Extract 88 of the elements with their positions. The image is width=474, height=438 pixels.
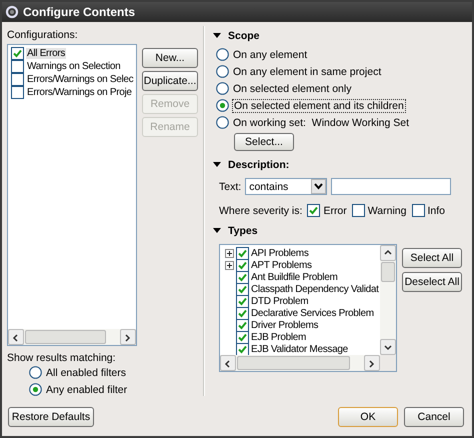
checkbox[interactable] [236, 258, 249, 272]
label: Show results matching: [7, 352, 117, 364]
scroll-arrow-button[interactable] [8, 329, 24, 345]
radio-label: On selected element only [232, 82, 352, 94]
tree-item[interactable]: DTD Problem [251, 296, 308, 306]
caret-icon [314, 183, 324, 190]
radio-label: On any element in same project [232, 66, 382, 78]
button[interactable]: New... [142, 48, 198, 68]
tree-item[interactable]: API Problems [251, 248, 309, 258]
caret-icon [123, 332, 133, 342]
ok-button[interactable]: OK [338, 407, 398, 427]
section-title: Description: [228, 158, 290, 170]
checkbox[interactable] [236, 318, 249, 332]
checkbox-label: Info [428, 204, 446, 216]
radio-button[interactable] [216, 48, 229, 61]
tree-item[interactable]: Ant Buildfile Problem [251, 272, 338, 282]
list-item[interactable]: Errors/Warnings on Selec [26, 74, 134, 85]
scrollbar-corner [380, 355, 396, 371]
radio-button[interactable] [216, 65, 229, 78]
list-label: Configurations: [7, 29, 79, 41]
tree-item[interactable]: APT Problems [251, 260, 312, 270]
gear-icon [5, 5, 19, 19]
list-item[interactable]: All Errors [26, 48, 66, 59]
list-item[interactable]: Errors/Warnings on Proje [26, 87, 133, 98]
checkbox-label: Warning [368, 204, 406, 216]
expand-icon[interactable] [225, 248, 234, 258]
radio-button[interactable] [216, 99, 229, 112]
radio-label: All enabled filters [45, 366, 127, 378]
tree-item[interactable]: EJB Validator Message [251, 344, 348, 354]
scroll-arrow-button[interactable] [120, 329, 136, 345]
dropdown-button[interactable] [311, 179, 326, 194]
scrollbar-thumb[interactable] [237, 356, 350, 370]
configurations-list[interactable]: All Errors Warnings on Selection Errors/Warnings on Selec Errors/Warnings on Proje [7, 44, 137, 346]
radio-label: Any enabled filter [45, 384, 128, 396]
button[interactable]: Deselect All [402, 272, 462, 292]
scroll-arrow-button[interactable] [220, 355, 236, 371]
checkbox[interactable] [236, 330, 249, 344]
checkbox[interactable] [236, 282, 249, 296]
types-tree[interactable]: API Problems APT Problems Ant Buildfile Problem Classpath Dependency Validat DTD Problem Declarative Services Problem Driver Problems EJB Problem EJB Validator Message [219, 244, 397, 372]
horizontal-scrollbar[interactable] [8, 329, 136, 345]
checkbox[interactable] [412, 204, 424, 217]
label: Where severity is: [219, 204, 302, 216]
scroll-arrow-button[interactable] [380, 245, 396, 261]
vertical-scrollbar[interactable] [380, 245, 396, 355]
tree-item[interactable]: Classpath Dependency Validat [251, 284, 379, 294]
scrollbar-thumb[interactable] [381, 262, 395, 282]
radio-button[interactable] [216, 82, 229, 95]
text-field[interactable] [331, 178, 452, 195]
list-item[interactable]: Warnings on Selection [26, 61, 122, 72]
collapse-triangle-icon[interactable] [213, 160, 222, 169]
radio-button[interactable] [29, 366, 42, 379]
checkbox[interactable] [236, 342, 249, 355]
radio-label: On selected element and its children [232, 98, 406, 112]
checkbox[interactable] [236, 294, 249, 308]
radio-button[interactable] [216, 116, 229, 129]
expand-icon[interactable] [225, 260, 234, 270]
dropdown[interactable]: contains [245, 178, 328, 195]
horizontal-scrollbar[interactable] [220, 355, 380, 371]
checkbox[interactable] [11, 47, 24, 60]
scrollbar-thumb[interactable] [25, 330, 106, 344]
checkbox[interactable] [11, 60, 24, 73]
checkbox[interactable] [236, 246, 249, 260]
window-title: Configure Contents [23, 5, 135, 19]
cancel-button[interactable]: Cancel [404, 407, 464, 427]
checkbox[interactable] [236, 306, 249, 320]
checkbox[interactable] [236, 270, 249, 284]
radio-label: On any element [232, 48, 308, 60]
restore-defaults-button[interactable]: Restore Defaults [8, 407, 94, 427]
tree-item[interactable]: Driver Problems [251, 320, 318, 330]
scroll-arrow-button[interactable] [380, 339, 396, 355]
checkbox[interactable] [307, 204, 320, 217]
button[interactable]: Select All [402, 248, 462, 268]
checkbox-label: Error [323, 204, 347, 216]
radio-label: On working set: Window Working Set [232, 116, 410, 128]
tree-item[interactable]: EJB Problem [251, 332, 306, 342]
collapse-triangle-icon[interactable] [213, 31, 222, 40]
checkbox[interactable] [352, 204, 365, 217]
checkbox[interactable] [11, 86, 24, 99]
section-title: Types [228, 224, 258, 236]
button[interactable]: Select... [234, 133, 294, 151]
button[interactable]: Duplicate... [142, 71, 198, 91]
section-title: Scope [228, 30, 260, 42]
radio-button[interactable] [29, 383, 42, 396]
collapse-triangle-icon[interactable] [213, 226, 222, 235]
checkbox[interactable] [11, 73, 24, 86]
label: Text: [219, 180, 242, 192]
scroll-arrow-button[interactable] [364, 355, 380, 371]
tree-item[interactable]: Declarative Services Problem [251, 308, 374, 318]
